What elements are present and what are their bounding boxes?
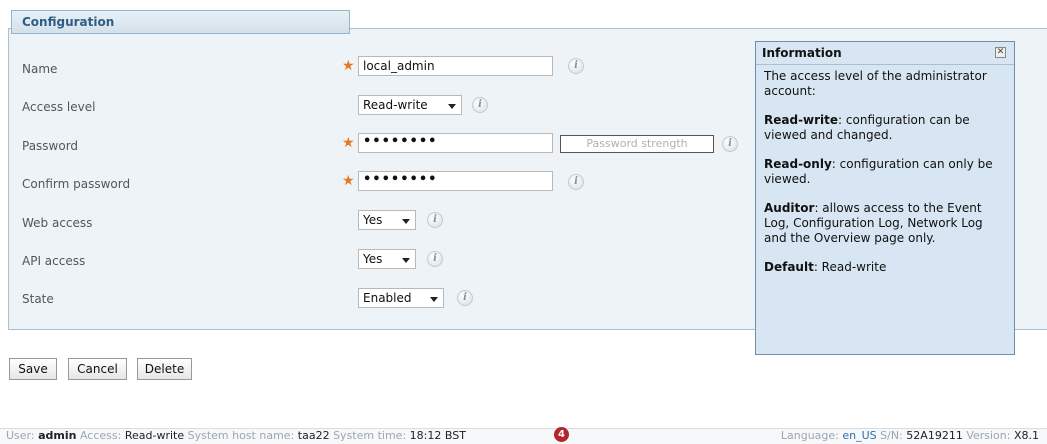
info-icon[interactable]: i <box>722 136 738 152</box>
info-icon[interactable]: i <box>457 290 473 306</box>
access-level-value: Read-write <box>363 98 428 112</box>
panel-title: Configuration <box>11 10 350 34</box>
cancel-button[interactable]: Cancel <box>68 358 127 380</box>
password-input[interactable]: •••••••• <box>358 133 553 153</box>
footer-user: admin <box>38 429 77 442</box>
web-access-select[interactable]: Yes <box>358 210 416 230</box>
required-star-icon: ★ <box>342 135 355 151</box>
info-icon[interactable]: i <box>427 212 443 228</box>
state-label: State <box>22 292 54 306</box>
information-panel: Information ✕ The access level of the ad… <box>755 41 1015 355</box>
information-item: Read-write: configuration can be viewed … <box>764 113 970 142</box>
chevron-down-icon <box>448 104 456 109</box>
footer-access: Read-write <box>124 429 185 442</box>
status-bar: User: admin Access: Read-write System ho… <box>0 428 1047 444</box>
required-star-icon: ★ <box>342 173 355 189</box>
information-item: Default: Read-write <box>764 260 887 274</box>
language-link[interactable]: en_US <box>842 429 876 442</box>
api-access-select[interactable]: Yes <box>358 249 416 269</box>
name-input[interactable]: local_admin <box>358 56 553 76</box>
info-icon[interactable]: i <box>568 58 584 74</box>
alert-badge[interactable]: 4 <box>554 427 569 442</box>
footer-host: taa22 <box>297 429 330 442</box>
access-level-label: Access level <box>22 100 96 114</box>
password-strength-meter: Password strength <box>560 135 714 153</box>
information-title: Information <box>756 42 1014 65</box>
chevron-down-icon <box>430 297 438 302</box>
confirm-password-input[interactable]: •••••••• <box>358 171 553 191</box>
access-level-select[interactable]: Read-write <box>358 95 462 115</box>
api-access-value: Yes <box>363 252 383 266</box>
chevron-down-icon <box>402 219 410 224</box>
web-access-value: Yes <box>363 213 383 227</box>
api-access-label: API access <box>22 254 86 268</box>
web-access-label: Web access <box>22 216 93 230</box>
status-left: User: admin Access: Read-write System ho… <box>6 429 466 442</box>
delete-button[interactable]: Delete <box>137 358 192 380</box>
information-body: The access level of the administrator ac… <box>756 65 1014 293</box>
chevron-down-icon <box>402 258 410 263</box>
password-label: Password <box>22 139 79 153</box>
information-item: Auditor: allows access to the Event Log,… <box>764 201 983 245</box>
info-icon[interactable]: i <box>472 97 488 113</box>
footer-time: 18:12 BST <box>409 429 466 442</box>
footer-serial: 52A19211 <box>906 429 963 442</box>
information-item: Read-only: configuration can only be vie… <box>764 157 993 186</box>
information-intro: The access level of the administrator ac… <box>764 69 987 98</box>
status-right: Language: en_US S/N: 52A19211 Version: X… <box>780 429 1039 442</box>
footer-version: X8.1 <box>1013 429 1039 442</box>
info-icon[interactable]: i <box>568 174 584 190</box>
close-icon[interactable]: ✕ <box>995 47 1006 58</box>
confirm-password-label: Confirm password <box>22 177 131 191</box>
state-value: Enabled <box>363 291 412 305</box>
info-icon[interactable]: i <box>427 251 443 267</box>
required-star-icon: ★ <box>342 58 355 74</box>
name-label: Name <box>22 62 58 76</box>
state-select[interactable]: Enabled <box>358 288 444 308</box>
save-button[interactable]: Save <box>9 358 57 380</box>
